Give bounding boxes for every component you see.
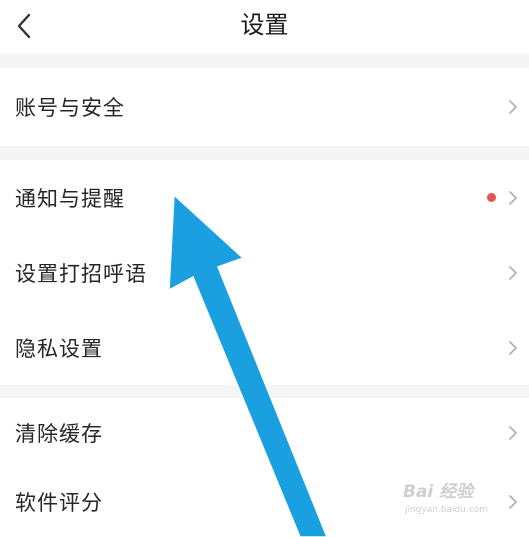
settings-item-clear-cache[interactable]: 清除缓存 [0,398,529,467]
settings-item-label: 账号与安全 [15,96,125,120]
top-bar: 设置 [0,0,529,54]
notification-badge-dot [487,193,496,202]
chevron-right-icon [507,339,519,357]
chevron-right-icon [507,98,519,116]
settings-group-general: 通知与提醒 设置打招呼语 隐私设置 [0,160,529,385]
settings-group-misc: 清除缓存 软件评分 [0,398,529,537]
settings-item-label: 通知与提醒 [15,186,125,211]
settings-item-label: 清除缓存 [15,421,103,446]
settings-group-account: 账号与安全 [0,68,529,146]
settings-item-rate-app[interactable]: 软件评分 [0,467,529,536]
chevron-right-icon [507,493,519,511]
chevron-right-icon [507,264,519,282]
settings-item-account-security[interactable]: 账号与安全 [0,68,529,146]
settings-item-privacy[interactable]: 隐私设置 [0,310,529,385]
settings-item-greeting[interactable]: 设置打招呼语 [0,235,529,310]
settings-item-notifications[interactable]: 通知与提醒 [0,160,529,235]
page-title: 设置 [240,11,289,39]
settings-item-label: 设置打招呼语 [15,261,147,286]
settings-item-label: 隐私设置 [15,336,103,361]
chevron-right-icon [507,189,519,207]
chevron-right-icon [507,424,519,442]
settings-item-label: 软件评分 [15,490,103,515]
